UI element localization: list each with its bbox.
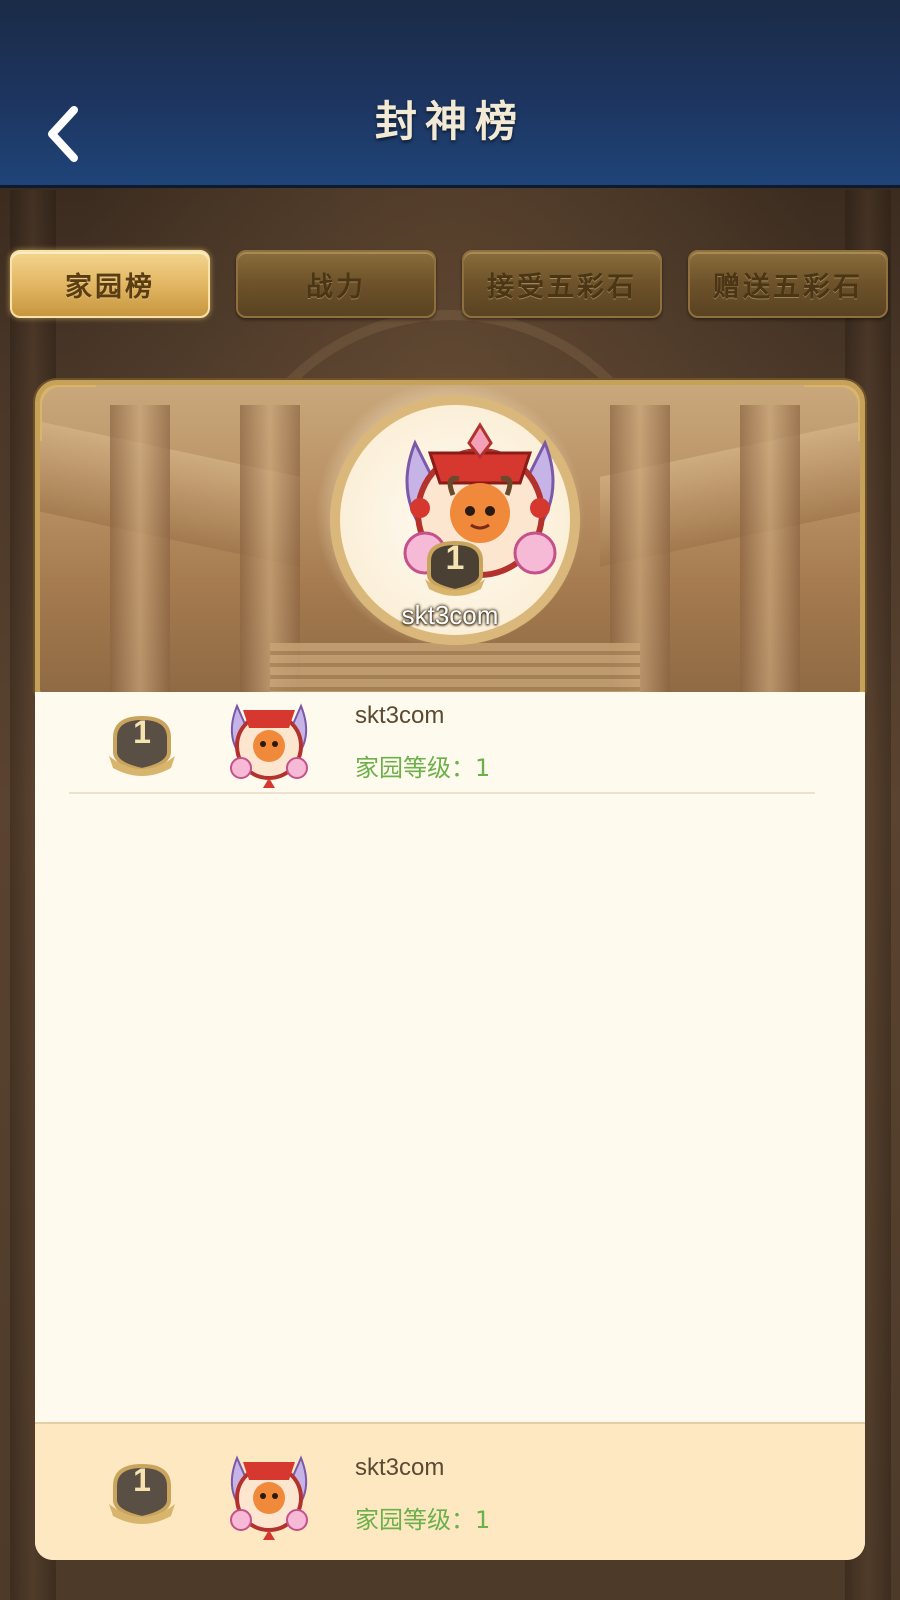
ranking-tabs: 家园榜 战力 接受五彩石 赠送五彩石 <box>0 250 900 320</box>
top-rank-number: 1 <box>445 539 465 577</box>
tab-sent-stones[interactable]: 赠送五彩石 <box>688 250 888 318</box>
bull-character-avatar-icon[interactable] <box>223 1446 315 1542</box>
rank-number: 1 <box>133 714 151 750</box>
top-rank-banner: 1 skt3com <box>35 380 865 698</box>
player-name: skt3com <box>355 702 445 729</box>
my-home-level-value: 1 <box>475 1506 491 1534</box>
tab-received-stones[interactable]: 接受五彩石 <box>462 250 662 318</box>
row-divider <box>69 792 815 794</box>
top-player-name: skt3com <box>401 600 499 630</box>
my-home-level-label: 家园等级： <box>355 1506 475 1534</box>
page-title: 封神榜 <box>374 97 525 146</box>
my-rank-row[interactable]: 1 skt3com 家园等级：1 <box>35 1422 865 1560</box>
tab-home-ranking[interactable]: 家园榜 <box>10 250 210 318</box>
my-player-name: skt3com <box>355 1454 445 1481</box>
bull-character-avatar-icon[interactable] <box>223 694 315 790</box>
top-header: 封神榜 <box>0 0 900 188</box>
home-level: 家园等级：1 <box>355 748 490 783</box>
home-level-label: 家园等级： <box>355 754 475 782</box>
my-rank-number: 1 <box>133 1462 151 1498</box>
home-level-value: 1 <box>475 754 491 782</box>
list-item[interactable]: 1 skt3com 家园等级：1 <box>35 692 865 804</box>
tab-power[interactable]: 战力 <box>236 250 436 318</box>
my-home-level: 家园等级：1 <box>355 1500 490 1535</box>
